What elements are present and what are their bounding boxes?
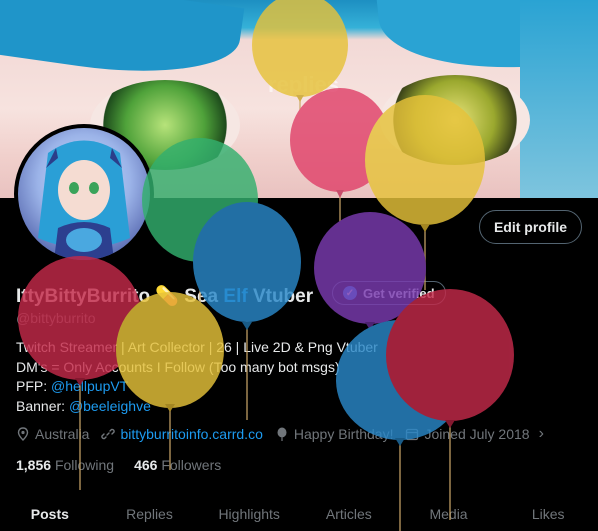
- birthday-text: Happy Birthday!: [293, 426, 394, 442]
- link-icon: [101, 427, 116, 441]
- following-label: Following: [54, 457, 115, 473]
- tab-likes[interactable]: Likes: [498, 496, 598, 531]
- balloon-purple: [314, 212, 426, 324]
- bio-pfp-link[interactable]: @hellpupVT: [51, 378, 128, 394]
- banner-overlay-text: replies: [268, 72, 339, 97]
- display-name-emoji: 💊: [155, 286, 180, 307]
- edit-profile-button[interactable]: Edit profile: [479, 210, 582, 244]
- meta-joined: Joined July 2018 ›: [405, 425, 544, 443]
- bio-banner-link[interactable]: @beeleighve: [69, 398, 151, 414]
- location-pin-icon: [16, 427, 30, 441]
- display-name: IttyBittyBurrito 💊 Sea Elf Vtuber: [16, 284, 313, 308]
- meta-website: bittyburritoinfo.carrd.co: [101, 426, 263, 442]
- profile-handle: @bittyburrito: [16, 310, 96, 326]
- bio-line-3: PFP: @hellpupVT: [16, 377, 378, 397]
- display-name-part2: Sea: [184, 286, 224, 307]
- following-stat[interactable]: 1,856 Following: [16, 457, 114, 473]
- calendar-icon: [405, 427, 419, 441]
- get-verified-label: Get verified: [363, 285, 435, 301]
- website-link[interactable]: bittyburritoinfo.carrd.co: [120, 426, 262, 442]
- profile-tabs: Posts Replies Highlights Articles Media …: [0, 496, 598, 531]
- profile-avatar[interactable]: [14, 124, 154, 264]
- meta-location: Australia: [16, 426, 89, 442]
- follow-stats: 1,856 Following 466 Followers: [16, 457, 221, 473]
- bio-line-2: DM's = Only Accounts I Follow (Too many …: [16, 358, 340, 375]
- location-text: Australia: [35, 426, 90, 442]
- bio-banner-prefix: Banner:: [16, 397, 69, 414]
- tab-media[interactable]: Media: [399, 496, 499, 531]
- following-count: 1,856: [16, 457, 52, 473]
- get-verified-button[interactable]: ✓ Get verified: [332, 281, 446, 305]
- profile-bio: Twitch Streamer | Art Collector | 26 | L…: [16, 338, 378, 416]
- meta-birthday: Happy Birthday!: [275, 426, 394, 442]
- followers-label: Followers: [161, 457, 222, 473]
- display-name-part3: Elf: [223, 286, 253, 307]
- tab-posts[interactable]: Posts: [0, 496, 100, 531]
- avatar-illustration: [38, 140, 130, 260]
- balloon-red-right: [386, 289, 514, 421]
- banner-hair-far-right: [520, 0, 598, 198]
- bio-line-1: Twitch Streamer | Art Collector | 26 | L…: [16, 339, 378, 355]
- balloon-icon: [275, 427, 289, 441]
- profile-meta: Australia bittyburritoinfo.carrd.co Happ…: [16, 425, 556, 443]
- followers-stat[interactable]: 466 Followers: [134, 457, 221, 473]
- bio-line-4: Banner: @beeleighve: [16, 397, 378, 417]
- banner-hair-left: [0, 0, 245, 88]
- chevron-right-icon[interactable]: ›: [539, 425, 544, 443]
- display-name-part1: IttyBittyBurrito: [16, 286, 151, 307]
- verified-check-icon: ✓: [343, 286, 357, 300]
- banner-eye-right: [380, 75, 530, 165]
- display-name-part4: Vtuber: [252, 286, 314, 307]
- joined-text: Joined July 2018: [424, 426, 530, 442]
- bio-pfp-prefix: PFP:: [16, 378, 52, 394]
- followers-count: 466: [134, 457, 158, 473]
- tab-articles[interactable]: Articles: [299, 496, 399, 531]
- tab-replies[interactable]: Replies: [100, 496, 200, 531]
- tab-highlights[interactable]: Highlights: [199, 496, 299, 531]
